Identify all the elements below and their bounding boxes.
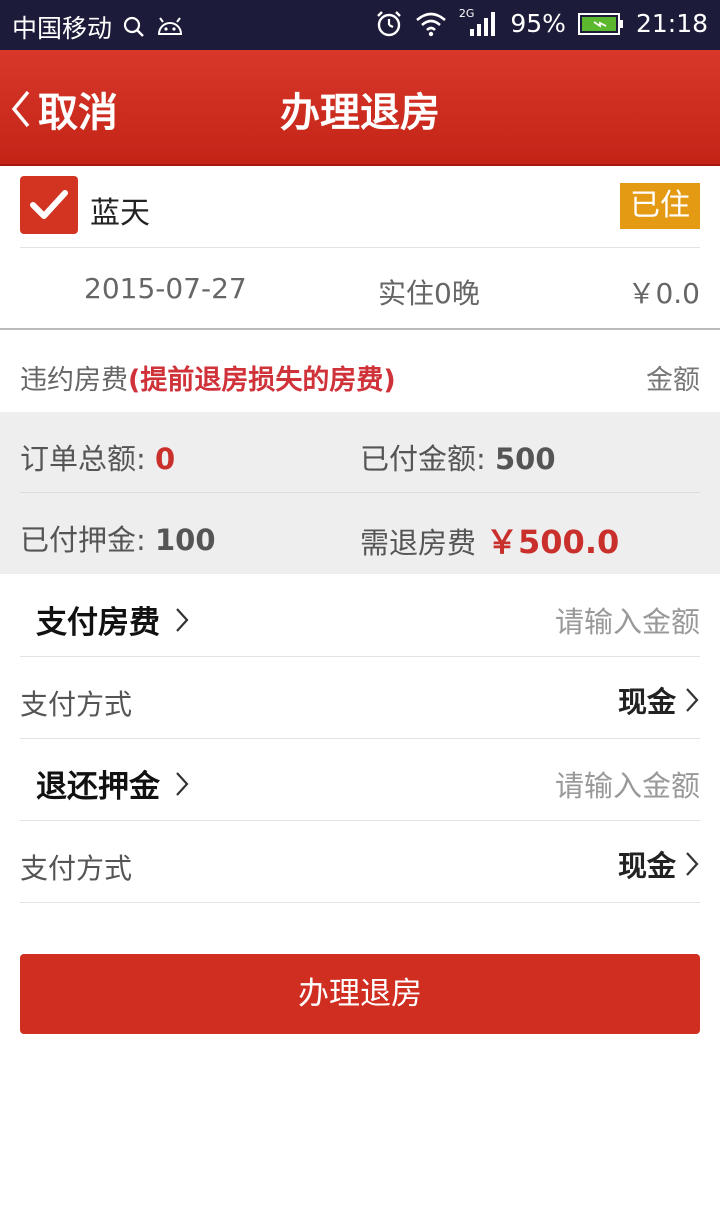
stay-info-row: 2015-07-27 实住0晚 ￥0.0	[0, 248, 720, 330]
pay-method-value: 现金	[617, 685, 676, 719]
breach-fee-note: (提前退房损失的房费)	[128, 365, 396, 396]
checkout-submit-button[interactable]: 办理退房	[20, 954, 700, 1034]
breach-fee-amount-input[interactable]: 金额	[646, 358, 700, 397]
pay-method-label: 支付方式	[20, 852, 133, 885]
chevron-right-icon	[686, 852, 699, 876]
chevron-right-icon	[176, 607, 189, 632]
battery-icon	[577, 12, 624, 36]
pay-room-fee-label: 支付房费	[36, 605, 160, 641]
search-icon	[122, 15, 146, 39]
pay-method-select[interactable]: 现金	[618, 843, 700, 885]
chevron-right-icon	[176, 771, 189, 796]
refund-due: 需退房费 ￥500.0	[360, 517, 619, 563]
guest-name: 蓝天	[90, 196, 150, 231]
guest-checkbox[interactable]	[20, 176, 78, 234]
order-total-label: 订单总额:	[20, 442, 146, 476]
paid-amount-value: 500	[495, 442, 556, 476]
clock: 21:18	[635, 9, 708, 38]
app-header: 取消 办理退房	[0, 50, 720, 166]
battery-percent: 95%	[510, 9, 566, 38]
carrier-label: 中国移动	[12, 14, 113, 43]
paid-amount-label: 已付金额:	[360, 442, 486, 476]
stay-nights: 实住0晚	[378, 277, 480, 310]
stay-date: 2015-07-27	[84, 272, 247, 305]
deposit-paid-label: 已付押金:	[20, 523, 146, 557]
order-total-value: 0	[155, 442, 176, 476]
summary-row: 订单总额: 0 已付金额: 500	[20, 412, 700, 493]
page-title: 办理退房	[280, 90, 440, 136]
paid-amount: 已付金额: 500	[360, 436, 556, 478]
status-bar-left: 中国移动	[12, 9, 184, 45]
breach-fee-title: 违约房费	[20, 365, 128, 396]
pay-room-fee-input[interactable]: 请输入金额	[555, 599, 700, 641]
chevron-right-icon	[686, 688, 699, 712]
breach-fee-label: 违约房费(提前退房损失的房费)	[20, 358, 396, 397]
summary-row: 已付押金: 100 需退房费 ￥500.0	[20, 493, 700, 574]
alarm-icon	[375, 10, 403, 38]
pay-room-fee-row: 支付房费 请输入金额	[20, 575, 700, 657]
wifi-icon	[415, 11, 447, 37]
order-total: 订单总额: 0	[20, 436, 175, 478]
refund-deposit-input[interactable]: 请输入金额	[555, 763, 700, 805]
breach-fee-row: 违约房费(提前退房损失的房费) 金额	[0, 331, 720, 413]
stay-price: ￥0.0	[627, 277, 700, 310]
refund-deposit-row: 退还押金 请输入金额	[20, 739, 700, 821]
signal-icon: 2G	[459, 7, 499, 37]
check-icon	[30, 190, 68, 219]
network-type-label: 2G	[458, 7, 475, 20]
status-bar: 中国移动 2G 95% 21:18	[0, 0, 720, 50]
pay-method-label: 支付方式	[20, 688, 133, 721]
deposit-paid: 已付押金: 100	[20, 517, 216, 559]
status-badge: 已住	[620, 183, 700, 229]
refund-due-value: ￥500.0	[486, 523, 620, 561]
pay-method-value: 现金	[617, 849, 676, 883]
deposit-paid-value: 100	[155, 523, 216, 557]
pay-room-fee-toggle[interactable]: 支付房费	[36, 597, 190, 642]
refund-due-label: 需退房费	[360, 526, 477, 560]
refund-deposit-toggle[interactable]: 退还押金	[36, 761, 190, 806]
pay-method-row[interactable]: 支付方式 现金	[20, 821, 700, 903]
android-icon	[156, 16, 184, 38]
summary-panel: 订单总额: 0 已付金额: 500 已付押金: 100 需退房费 ￥500.0	[0, 412, 720, 574]
pay-method-row[interactable]: 支付方式 现金	[20, 657, 700, 739]
status-bar-right: 2G 95% 21:18	[375, 7, 708, 38]
pay-method-select[interactable]: 现金	[618, 679, 700, 721]
guest-row: 蓝天 已住	[20, 168, 700, 248]
refund-deposit-label: 退还押金	[36, 769, 160, 805]
